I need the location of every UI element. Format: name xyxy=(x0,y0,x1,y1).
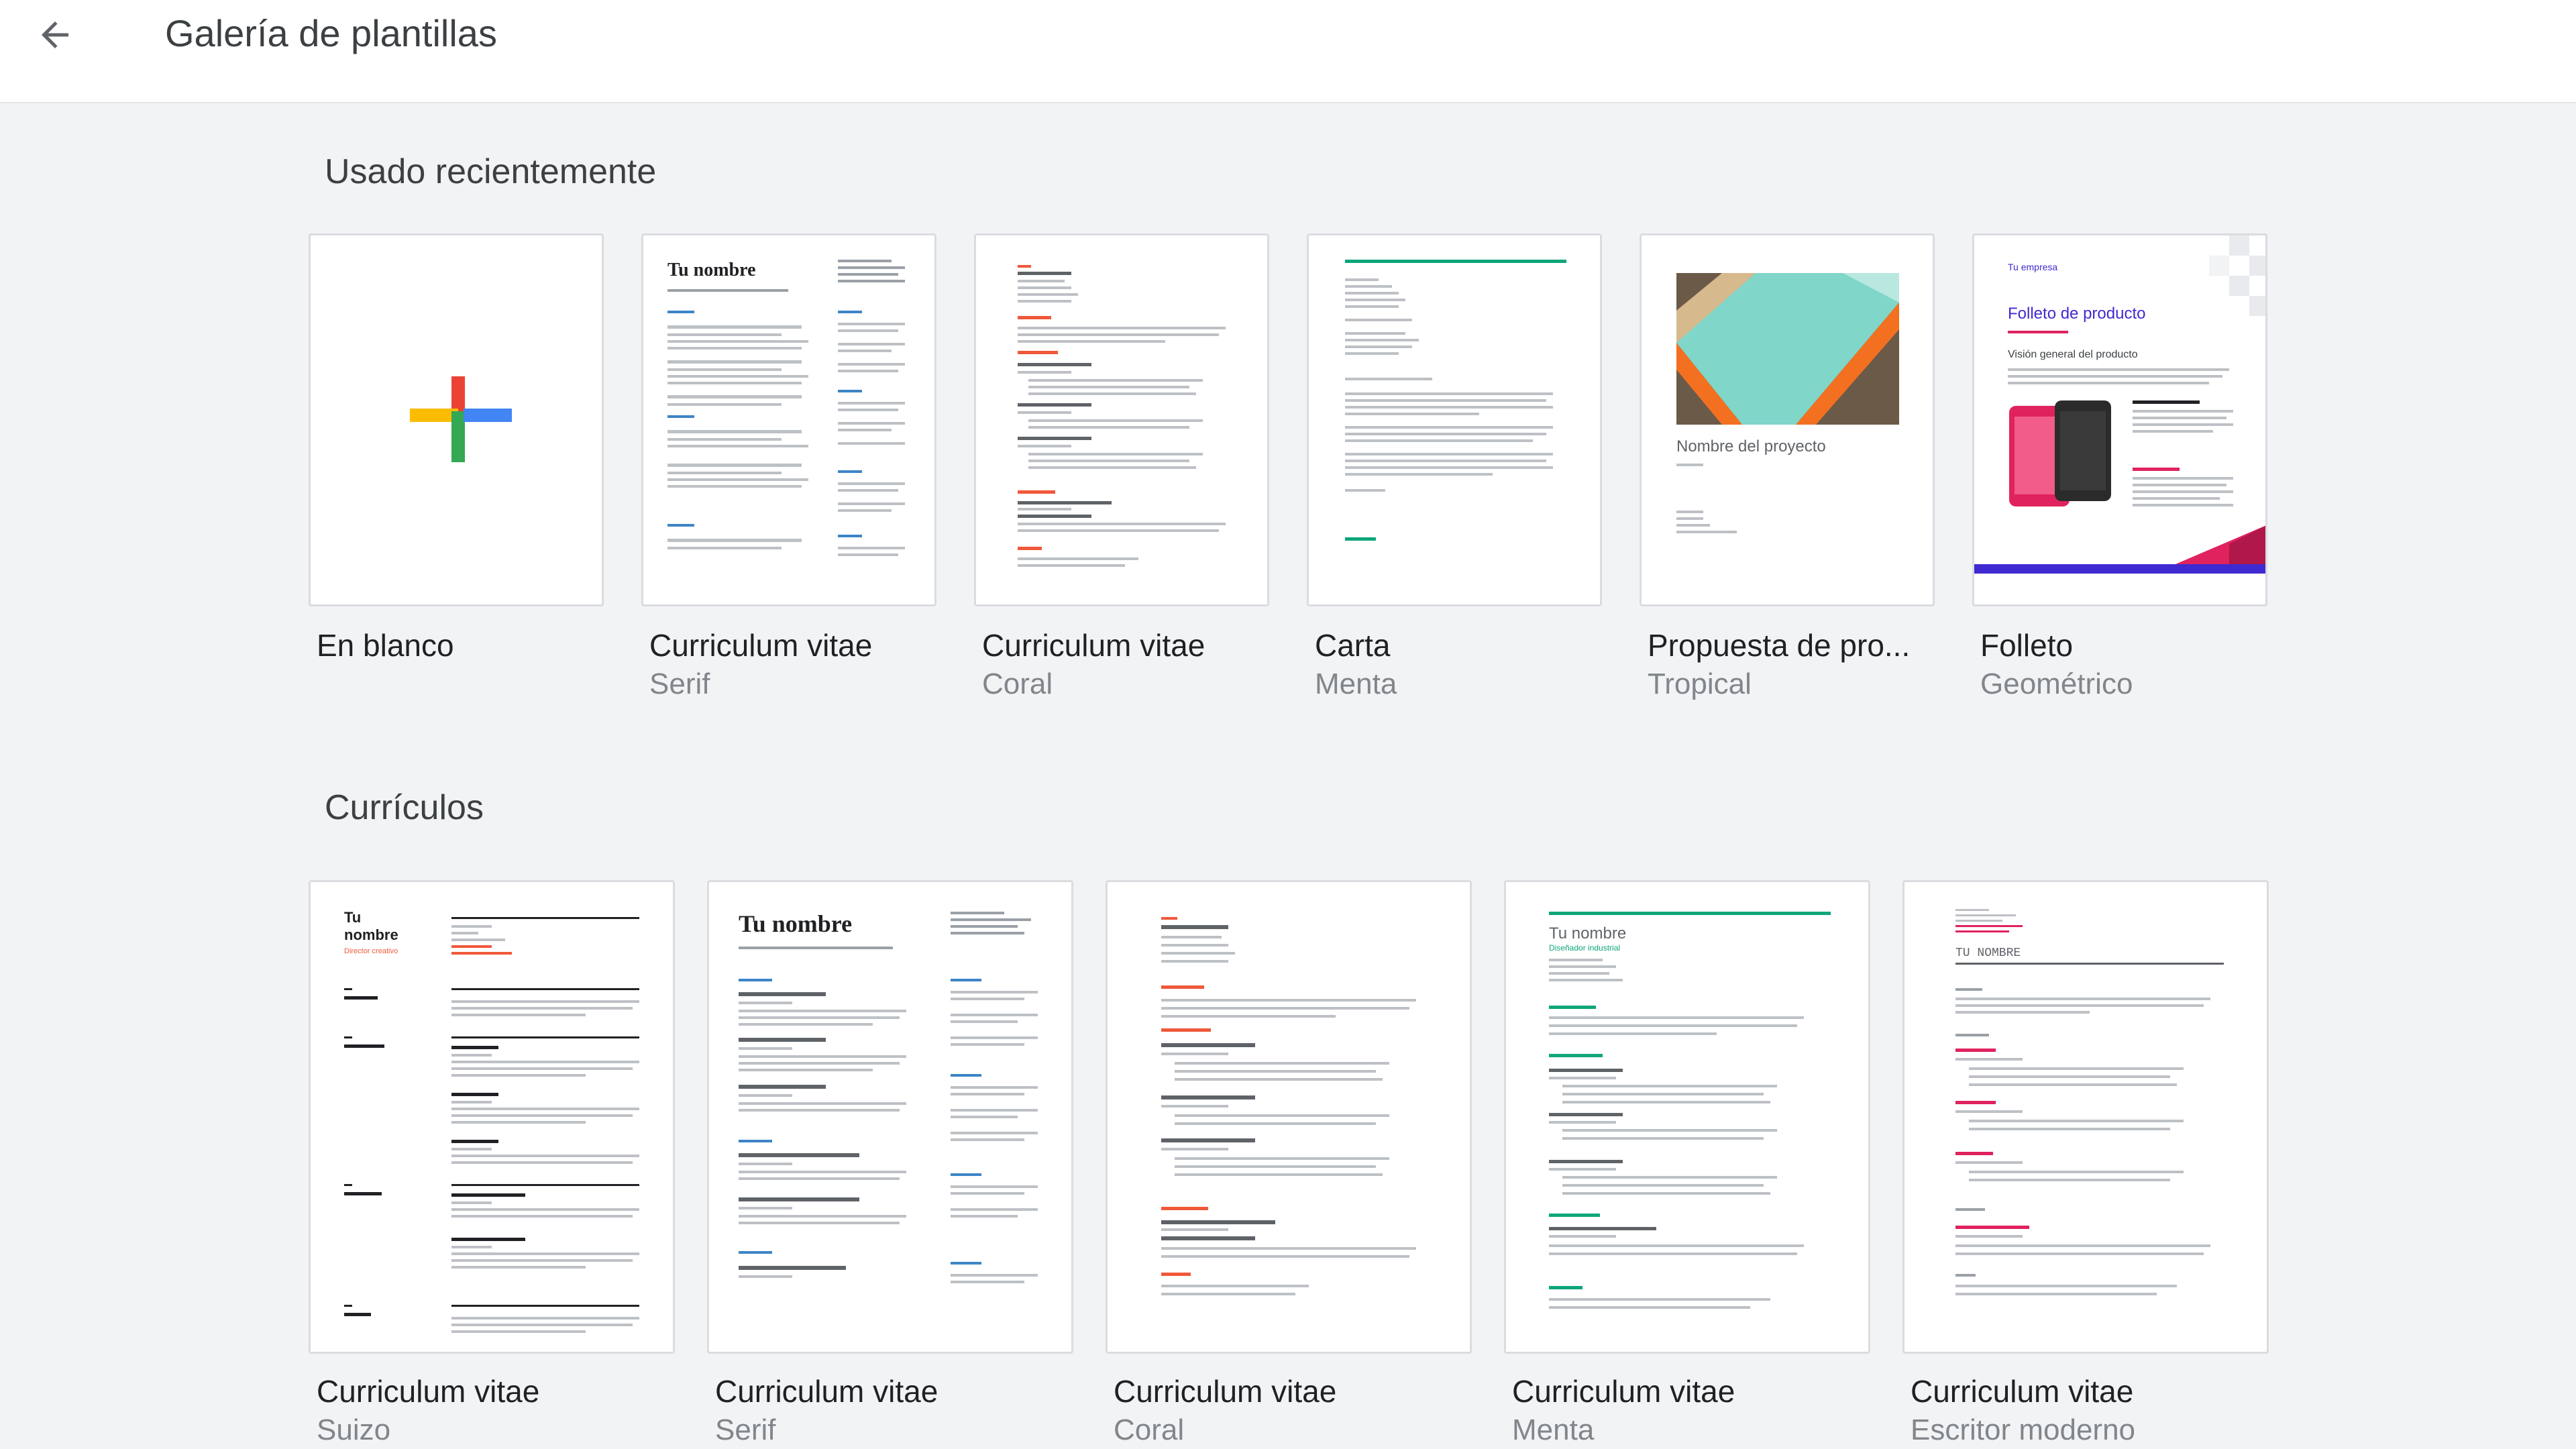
document-preview: Tu nombre xyxy=(643,235,936,606)
back-button[interactable] xyxy=(27,7,83,63)
template-card-proposal-tropical[interactable]: Nombre del proyecto Propuesta de pro... … xyxy=(1640,233,1935,716)
preview-subheading: Visión general del producto xyxy=(2008,349,2138,360)
template-card-letter-menta[interactable]: Carta Menta xyxy=(1307,233,1602,716)
template-card-cv-serif-2[interactable]: Tu nombre xyxy=(707,880,1073,1449)
preview-heading: Tu nombre xyxy=(739,910,852,937)
preview-heading: Tu nombre xyxy=(667,260,756,280)
template-subtitle: Menta xyxy=(1512,1411,1594,1449)
template-title: Propuesta de pro... xyxy=(1648,627,1910,664)
template-title: Curriculum vitae xyxy=(1512,1373,1735,1410)
template-subtitle: Tropical xyxy=(1648,665,1752,703)
document-preview: TU NOMBRE xyxy=(1904,882,2269,1354)
template-thumbnail[interactable]: TU NOMBRE xyxy=(1902,880,2269,1354)
section-title-resumes: Currículos xyxy=(325,786,484,829)
template-card-cv-serif[interactable]: Tu nombre xyxy=(641,233,936,716)
document-preview: Tu nombre xyxy=(709,882,1073,1354)
template-card-brochure-geometric[interactable]: Tu empresa Folleto de producto Visión ge… xyxy=(1972,233,2267,716)
template-thumbnail[interactable]: Tu nombre xyxy=(707,880,1073,1354)
template-card-blank[interactable]: En blanco xyxy=(309,233,604,716)
document-preview: Tu nombre Diseñador industrial xyxy=(1506,882,1870,1354)
top-app-bar: Galería de plantillas xyxy=(0,0,2576,103)
preview-heading: Tu nombre xyxy=(1549,924,1626,943)
document-preview xyxy=(1108,882,1472,1354)
template-subtitle: Serif xyxy=(715,1411,775,1449)
preview-name-line1: Tu xyxy=(344,909,361,926)
template-title: Curriculum vitae xyxy=(715,1373,938,1410)
arrow-left-icon xyxy=(35,15,75,55)
template-thumbnail[interactable] xyxy=(309,233,604,606)
template-subtitle: Serif xyxy=(649,665,710,703)
template-thumbnail[interactable]: Tu empresa Folleto de producto Visión ge… xyxy=(1972,233,2267,606)
template-subtitle: Suizo xyxy=(317,1411,390,1449)
plus-icon xyxy=(311,235,604,606)
template-title: En blanco xyxy=(317,627,454,664)
preview-role: Diseñador industrial xyxy=(1549,943,1620,953)
document-preview xyxy=(976,235,1269,606)
section-title-recent: Usado recientemente xyxy=(325,150,656,193)
template-title: Folleto xyxy=(1980,627,2073,664)
template-thumbnail[interactable]: Tu nombre Director creativo xyxy=(309,880,675,1354)
template-title: Curriculum vitae xyxy=(1114,1373,1336,1410)
template-card-cv-menta[interactable]: Tu nombre Diseñador industrial xyxy=(1504,880,1870,1449)
template-subtitle: Escritor moderno xyxy=(1911,1411,2135,1449)
template-title: Carta xyxy=(1315,627,1390,664)
template-title: Curriculum vitae xyxy=(1911,1373,2133,1410)
template-thumbnail[interactable]: Tu nombre Diseñador industrial xyxy=(1504,880,1870,1354)
template-subtitle: Coral xyxy=(1114,1411,1184,1449)
page-title: Galería de plantillas xyxy=(165,9,497,58)
template-subtitle: Menta xyxy=(1315,665,1397,703)
template-title: Curriculum vitae xyxy=(649,627,872,664)
document-preview: Nombre del proyecto xyxy=(1642,235,1935,606)
preview-role: Director creativo xyxy=(344,947,398,955)
template-subtitle: Coral xyxy=(982,665,1053,703)
template-thumbnail[interactable] xyxy=(1307,233,1602,606)
preview-heading: Nombre del proyecto xyxy=(1676,437,1826,455)
template-card-cv-suizo[interactable]: Tu nombre Director creativo xyxy=(309,880,675,1449)
document-preview: Tu empresa Folleto de producto Visión ge… xyxy=(1974,235,2267,606)
template-card-cv-coral[interactable]: Curriculum vitae Coral xyxy=(974,233,1269,716)
preview-heading: TU NOMBRE xyxy=(1955,947,2021,960)
template-card-cv-coral-2[interactable]: Curriculum vitae Coral xyxy=(1106,880,1472,1449)
template-thumbnail[interactable] xyxy=(1106,880,1472,1354)
template-title: Curriculum vitae xyxy=(317,1373,539,1410)
template-thumbnail[interactable]: Nombre del proyecto xyxy=(1640,233,1935,606)
document-preview: Tu nombre Director creativo xyxy=(311,882,675,1354)
template-subtitle: Geométrico xyxy=(1980,665,2133,703)
preview-name-line2: nombre xyxy=(344,926,398,943)
template-thumbnail[interactable] xyxy=(974,233,1269,606)
template-thumbnail[interactable]: Tu nombre xyxy=(641,233,936,606)
preview-heading: Folleto de producto xyxy=(2008,305,2145,323)
preview-company: Tu empresa xyxy=(2008,262,2057,272)
document-preview xyxy=(1309,235,1602,606)
template-title: Curriculum vitae xyxy=(982,627,1205,664)
template-card-cv-modern-writer[interactable]: TU NOMBRE Curriculum vitae Escritor mode… xyxy=(1902,880,2269,1449)
